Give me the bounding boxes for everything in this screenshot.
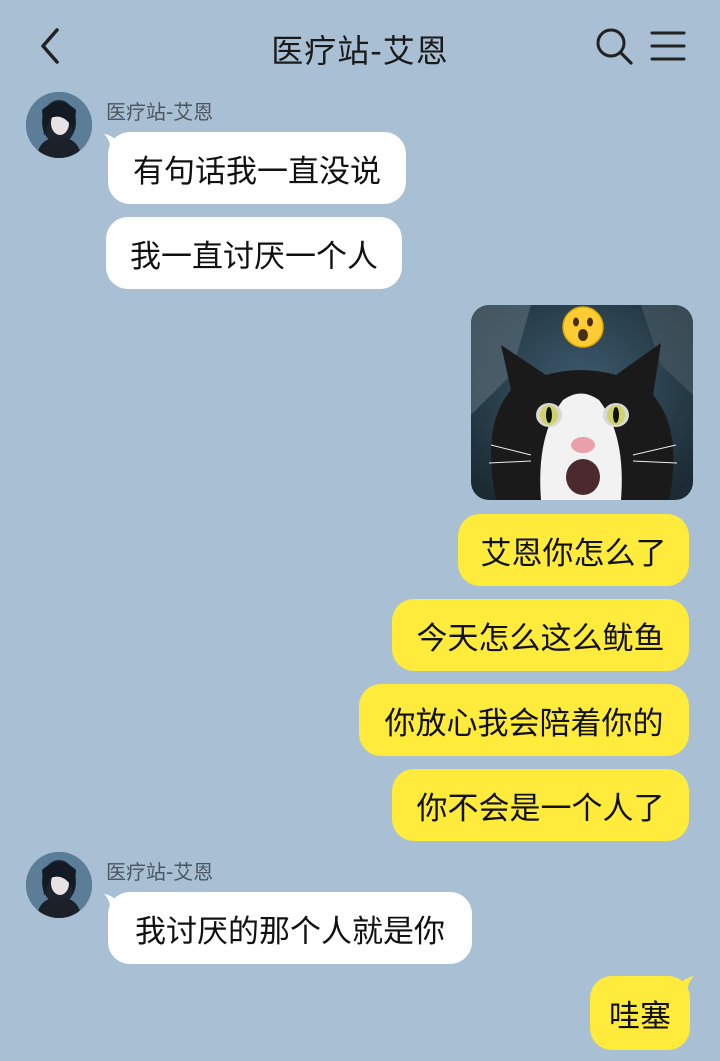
sender-name: 医疗站-艾恩 [106, 860, 214, 884]
surprised-face-emoji [561, 305, 605, 349]
message-bubble[interactable]: 有句话我一直没说 [108, 132, 406, 204]
message-bubble[interactable]: 今天怎么这么鱿鱼 [392, 599, 689, 671]
message-text: 哇塞 [609, 998, 671, 1035]
message-bubble[interactable]: 我讨厌的那个人就是你 [108, 892, 472, 964]
message-bubble[interactable]: 你放心我会陪着你的 [359, 684, 689, 756]
message-text: 今天怎么这么鱿鱼 [416, 620, 665, 657]
avatar[interactable] [26, 852, 92, 918]
message-text: 我一直讨厌一个人 [130, 238, 378, 275]
menu-button[interactable] [648, 26, 688, 66]
message-text: 你放心我会陪着你的 [384, 705, 664, 742]
sender-name: 医疗站-艾恩 [106, 100, 214, 124]
avatar[interactable] [26, 92, 92, 158]
message-text: 我讨厌的那个人就是你 [135, 913, 445, 950]
message-bubble[interactable]: 艾恩你怎么了 [458, 514, 689, 586]
search-icon [596, 28, 633, 65]
message-bubble[interactable]: 我一直讨厌一个人 [106, 217, 402, 289]
message-bubble[interactable]: 哇塞 [590, 976, 690, 1050]
message-text: 有句话我一直没说 [133, 153, 381, 190]
message-text: 你不会是一个人了 [416, 790, 665, 827]
search-button[interactable] [594, 26, 634, 66]
message-bubble[interactable]: 你不会是一个人了 [392, 769, 689, 841]
menu-icon [650, 31, 686, 61]
chat-header: 医疗站-艾恩 [0, 0, 720, 92]
message-text: 艾恩你怎么了 [480, 535, 667, 572]
